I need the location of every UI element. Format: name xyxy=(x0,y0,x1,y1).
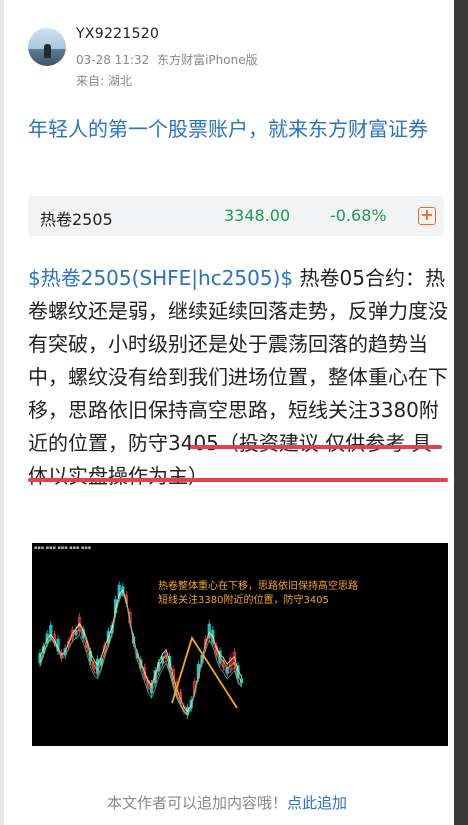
chart-annotation-line: 短线关注3380附近的位置，防守3405 xyxy=(158,595,329,606)
stock-quote-card[interactable]: 热卷2505 3348.00 -0.68% + xyxy=(28,196,444,236)
chart-annotation-line: 热卷整体重心在下移，思路依旧保持高空思路 xyxy=(158,581,358,592)
chart-image[interactable]: ▪▪▪ ▪▪▪ ▪▪▪ ▪▪▪ ▪▪▪ 热卷整体重心在下移，思路依旧保持高空思路… xyxy=(32,543,448,746)
append-link[interactable]: 点此追加 xyxy=(287,794,347,812)
highlight-underline xyxy=(28,478,448,482)
promo-link[interactable]: 年轻人的第一个股票账户，就来东方财富证券 xyxy=(28,114,428,144)
append-hint: 本文作者可以追加内容哦！点此追加 xyxy=(0,792,454,813)
post-detail-screen: YX9221520 03-28 11:32 东方财富iPhone版 来自: 湖北… xyxy=(0,0,454,825)
author-username[interactable]: YX9221520 xyxy=(76,26,159,42)
post-body-text: 热卷05合约：热卷螺纹还是弱，继续延续回落走势，反弹力度没有突破，小时级别还是处… xyxy=(28,266,448,488)
highlight-underline xyxy=(190,445,442,449)
append-hint-text: 本文作者可以追加内容哦！ xyxy=(106,794,287,812)
stock-change: -0.68% xyxy=(330,206,387,225)
right-edge xyxy=(454,0,468,825)
left-edge xyxy=(0,0,4,825)
post-body: $热卷2505(SHFE|hc2505)$ 热卷05合约：热卷螺纹还是弱，继续延… xyxy=(28,262,448,493)
post-source: 东方财富iPhone版 xyxy=(157,53,258,67)
stock-price: 3348.00 xyxy=(224,206,291,225)
candlestick-chart xyxy=(38,581,244,719)
post-meta: 03-28 11:32 东方财富iPhone版 xyxy=(76,51,262,68)
plus-square-icon[interactable]: + xyxy=(418,207,436,225)
stock-name: 热卷2505 xyxy=(40,210,113,229)
post-location: 来自: 湖北 xyxy=(76,74,132,88)
post-datetime: 03-28 11:32 xyxy=(76,53,150,67)
stock-tag-link[interactable]: $热卷2505(SHFE|hc2505)$ xyxy=(28,266,293,290)
avatar[interactable] xyxy=(28,28,66,66)
chart-annotation: 热卷整体重心在下移，思路依旧保持高空思路 短线关注3380附近的位置，防守340… xyxy=(158,580,418,608)
